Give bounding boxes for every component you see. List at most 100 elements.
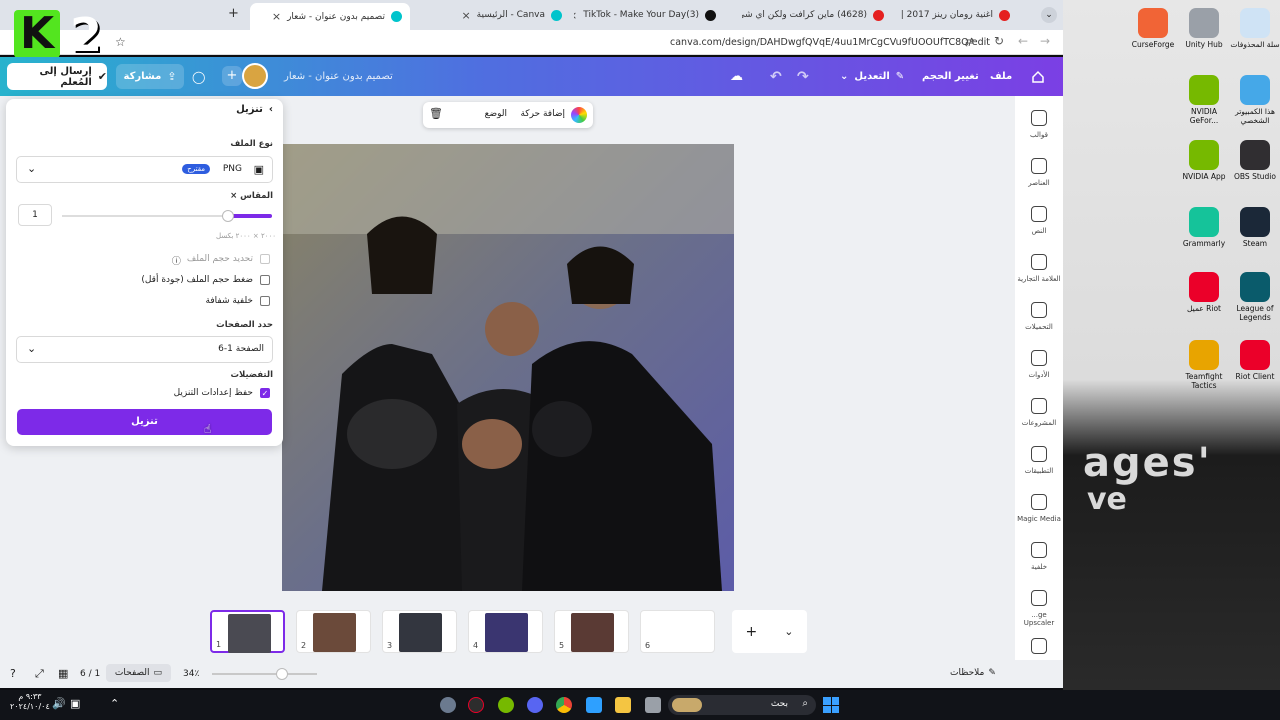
sidebar-item[interactable]: التطبيقات	[1015, 446, 1063, 475]
add-page-button[interactable]: + ⌄	[732, 610, 807, 653]
nvidia-taskbar-icon[interactable]	[498, 697, 514, 713]
redo-icon[interactable]: ↷	[797, 57, 809, 96]
avatar[interactable]	[242, 63, 268, 89]
desktop-shortcut[interactable]: Teamfight Tactics	[1177, 340, 1231, 390]
desktop-shortcut[interactable]: League of Legends	[1228, 272, 1280, 322]
chrome-taskbar-icon[interactable]	[556, 697, 572, 713]
design-canvas[interactable]	[282, 144, 734, 591]
desktop-shortcut[interactable]: Unity Hub	[1177, 8, 1231, 50]
transparent-checkbox[interactable]	[260, 296, 270, 306]
fullscreen-icon[interactable]: ⤢	[35, 667, 44, 681]
browser-tab[interactable]: (4628) ماين كرافت ولكن اي شي ×	[742, 5, 892, 25]
help-icon[interactable]: ?	[10, 667, 16, 680]
size-slider-track[interactable]	[62, 210, 272, 222]
sidebar-item[interactable]: قوالب	[1015, 110, 1063, 139]
window-taskbar-icon[interactable]	[645, 697, 661, 713]
file-menu-button[interactable]: ملف	[990, 57, 1012, 96]
app-taskbar-icon[interactable]	[468, 697, 484, 713]
limit-size-row: تحديد حجم الملف ⓘ	[172, 254, 253, 267]
share-button[interactable]: ⇪ مشاركة	[116, 64, 184, 89]
back-arrow-icon[interactable]: ←	[1018, 34, 1028, 48]
page-thumbnail[interactable]: 6	[640, 610, 715, 653]
windows-start-icon[interactable]	[823, 697, 839, 713]
tab-search-icon[interactable]: ⌄	[1041, 7, 1057, 23]
browser-tab-active[interactable]: تصميم بدون عنوان - شعار ×	[250, 3, 410, 30]
transparent-label: خلفية شفافة	[205, 296, 253, 306]
sidebar-item[interactable]: التحميلات	[1015, 302, 1063, 331]
save-settings-checkbox[interactable]: ✓	[260, 388, 270, 398]
send-to-teacher-button[interactable]: ✔ إرسال إلى المُعلم	[7, 63, 107, 90]
network-icon[interactable]: ▣	[70, 697, 80, 710]
desktop-shortcut[interactable]: Steam	[1228, 207, 1280, 249]
store-taskbar-icon[interactable]	[586, 697, 602, 713]
desktop-shortcut[interactable]: سلة المحذوفات	[1228, 8, 1280, 50]
download-button[interactable]: تنزيل	[17, 409, 272, 435]
undo-icon[interactable]: ↶	[770, 57, 782, 96]
sidebar-item[interactable]: خلفية	[1015, 542, 1063, 571]
browser-tab[interactable]: Canva - الرئيسية ×	[420, 5, 570, 25]
limit-size-checkbox[interactable]	[260, 254, 270, 264]
close-tab-icon[interactable]: ×	[272, 10, 281, 23]
zoom-slider[interactable]	[212, 668, 317, 680]
size-input[interactable]: 1	[18, 204, 52, 226]
design-title[interactable]: تصميم بدون عنوان - شعار	[284, 57, 393, 96]
home-button[interactable]	[1031, 57, 1045, 96]
desktop-shortcut[interactable]: Riot Client	[1228, 340, 1280, 382]
browser-tab[interactable]: (3)TikTok - Make Your Day ×	[574, 5, 724, 25]
desktop-shortcut[interactable]: هذا الكمبيوتر الشخصي	[1228, 75, 1280, 125]
desktop-shortcut[interactable]: NVIDIA App	[1177, 140, 1231, 182]
new-tab-button[interactable]: +	[228, 6, 239, 21]
reload-icon[interactable]: ↻	[994, 34, 1004, 48]
forward-arrow-icon[interactable]: →	[1040, 34, 1050, 48]
desktop-shortcut[interactable]: Grammarly	[1177, 207, 1231, 249]
sidebar-item[interactable]: Magic Media	[1015, 494, 1063, 523]
site-settings-icon[interactable]: ⇄	[965, 35, 974, 48]
settings-taskbar-icon[interactable]	[440, 697, 456, 713]
notes-button[interactable]: ملاحظات ✎	[950, 668, 996, 678]
page-thumbnail[interactable]: 5	[554, 610, 629, 653]
resize-button[interactable]: تغيير الحجم	[922, 57, 979, 96]
grid-view-icon[interactable]: ▦	[58, 667, 68, 680]
desktop-shortcut[interactable]: NVIDIA GeFor...	[1177, 75, 1231, 125]
info-icon[interactable]: ⓘ	[172, 254, 181, 267]
volume-icon[interactable]: 🔊	[52, 697, 66, 710]
pages-toggle-button[interactable]: الصفحات ▭	[106, 664, 171, 682]
taskbar-search[interactable]: ⌕ بحث	[668, 695, 816, 715]
desktop-shortcut[interactable]: عميل Riot	[1177, 272, 1231, 314]
sidebar-item[interactable]: النص	[1015, 206, 1063, 235]
page-thumbnail[interactable]: 4	[468, 610, 543, 653]
file-type-select[interactable]: ▣ PNG مقترح ⌄	[16, 156, 273, 183]
size-slider-knob[interactable]	[222, 210, 234, 222]
zoom-knob[interactable]	[276, 668, 288, 680]
sidebar-item[interactable]: العناصر	[1015, 158, 1063, 187]
color-wheel-icon[interactable]	[571, 107, 587, 123]
page-thumbnail[interactable]: 3	[382, 610, 457, 653]
comment-icon[interactable]: ◯	[192, 57, 205, 96]
add-collaborator-button[interactable]: +	[222, 66, 242, 86]
desktop-shortcut[interactable]: CurseForge	[1126, 8, 1180, 50]
tray-chevron-icon[interactable]: ⌃	[110, 697, 119, 710]
clock[interactable]: ٩:٣٣ م ٢٠٢٤/١٠/٠٤	[10, 692, 50, 711]
close-tab-icon[interactable]: ×	[574, 9, 577, 22]
discord-taskbar-icon[interactable]	[527, 697, 543, 713]
close-tab-icon[interactable]: ×	[461, 9, 470, 22]
edit-mode-button[interactable]: ✎ التعديل ⌄	[840, 57, 904, 96]
compress-checkbox[interactable]	[260, 275, 270, 285]
page-thumbnail[interactable]: 2	[296, 610, 371, 653]
page-thumbnail[interactable]: 1	[210, 610, 285, 653]
pages-select[interactable]: الصفحة 1-6 ⌄	[16, 336, 273, 363]
zoom-value[interactable]: 34٪	[183, 669, 199, 679]
cloud-saved-icon[interactable]: ☁	[730, 57, 743, 96]
file-explorer-taskbar-icon[interactable]	[615, 697, 631, 713]
sidebar-item[interactable]: ...ge Upscaler	[1015, 590, 1063, 627]
sidebar-item[interactable]: العلامة التجارية	[1015, 254, 1063, 283]
animate-button[interactable]: إضافة حركة	[520, 109, 565, 119]
sidebar-item[interactable]: الأدوات	[1015, 350, 1063, 379]
download-back-header[interactable]: › تنزيل	[236, 104, 273, 115]
url-text[interactable]: canva.com/design/DAHDwgfQVqE/4uu1MrCgCVu…	[670, 37, 990, 48]
desktop-shortcut[interactable]: OBS Studio	[1228, 140, 1280, 182]
sidebar-item[interactable]: المشروعات	[1015, 398, 1063, 427]
trash-icon[interactable]: 🗑	[429, 107, 443, 120]
position-button[interactable]: الوضع	[485, 109, 507, 119]
browser-tab[interactable]: اغنية رومان رينز 2017 | usic	[900, 5, 1018, 25]
